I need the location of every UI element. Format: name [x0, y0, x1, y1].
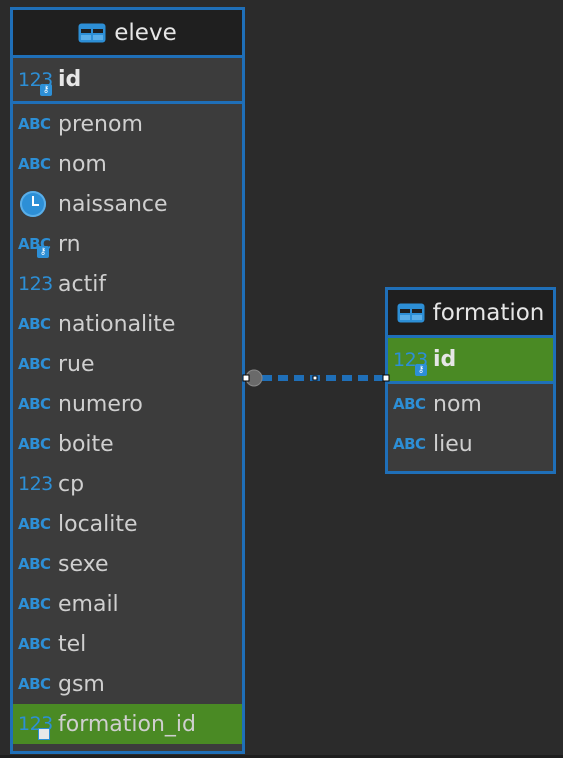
- attribute-list: ABC prenom ABC nom naissance ABC ⚷ rn 12…: [13, 104, 242, 744]
- column-name: boite: [58, 431, 114, 457]
- column-name: sexe: [58, 551, 109, 577]
- text-type-icon: ABC: [393, 435, 426, 453]
- attribute-row[interactable]: ABC ⚷ rn: [13, 224, 242, 264]
- column-name: rue: [58, 351, 95, 377]
- attribute-row[interactable]: ABC gsm: [13, 664, 242, 704]
- text-type-icon: ABC: [18, 635, 51, 653]
- column-name: tel: [58, 631, 87, 657]
- column-name: email: [58, 591, 119, 617]
- attribute-row[interactable]: 123 cp: [13, 464, 242, 504]
- primary-key-icon: ⚷: [40, 84, 52, 96]
- column-name: formation_id: [58, 711, 196, 737]
- column-name: actif: [58, 271, 107, 297]
- column-name: rn: [58, 231, 81, 257]
- column-name: nom: [433, 391, 482, 417]
- attribute-row[interactable]: ABC prenom: [13, 104, 242, 144]
- column-name: nationalite: [58, 311, 176, 337]
- text-type-icon: ABC: [393, 395, 426, 413]
- primary-key-row-highlighted[interactable]: 123 ⚷ id: [388, 338, 553, 384]
- column-name: nom: [58, 151, 107, 177]
- table-icon: [397, 303, 425, 323]
- attribute-row[interactable]: ABC localite: [13, 504, 242, 544]
- column-name: gsm: [58, 671, 105, 697]
- column-name: id: [58, 67, 82, 92]
- attribute-row[interactable]: ABC tel: [13, 624, 242, 664]
- attribute-row[interactable]: ABC rue: [13, 344, 242, 384]
- attribute-row[interactable]: ABC boite: [13, 424, 242, 464]
- text-type-icon: ABC: [18, 355, 51, 373]
- relationship-end-circle: [245, 369, 263, 387]
- entity-formation[interactable]: formation 123 ⚷ id ABC nom ABC lieu: [385, 287, 556, 474]
- text-type-icon: ABC: [18, 155, 51, 173]
- table-icon: [78, 23, 106, 43]
- entity-eleve[interactable]: eleve 123 ⚷ id ABC prenom ABC nom naissa…: [10, 7, 245, 754]
- attribute-row-highlighted[interactable]: 123 formation_id: [13, 704, 242, 744]
- text-type-icon: ABC: [18, 515, 51, 533]
- attribute-row[interactable]: ABC nationalite: [13, 304, 242, 344]
- attribute-row[interactable]: ABC nom: [13, 144, 242, 184]
- column-name: lieu: [433, 431, 471, 457]
- primary-key-icon: ⚷: [415, 364, 427, 376]
- column-name: cp: [58, 471, 85, 497]
- foreign-key-icon: [38, 728, 50, 740]
- text-type-icon: ABC: [18, 395, 51, 413]
- attribute-row[interactable]: ABC nom: [388, 384, 553, 424]
- entity-title: formation: [432, 299, 545, 326]
- text-type-icon: ABC: [18, 435, 51, 453]
- text-type-icon: ABC: [18, 675, 51, 693]
- primary-key-row[interactable]: 123 ⚷ id: [13, 58, 242, 104]
- column-name: localite: [58, 511, 138, 537]
- text-type-icon: ABC: [18, 595, 51, 613]
- text-type-icon: ABC: [18, 555, 51, 573]
- column-name: naissance: [58, 191, 168, 217]
- column-name: id: [433, 347, 457, 372]
- attribute-list: ABC nom ABC lieu: [388, 384, 553, 464]
- attribute-row[interactable]: ABC sexe: [13, 544, 242, 584]
- number-type-icon: 123: [18, 273, 53, 295]
- text-type-icon: ABC: [18, 315, 51, 333]
- attribute-row[interactable]: naissance: [13, 184, 242, 224]
- unique-key-icon: ⚷: [37, 246, 49, 258]
- clock-icon: [20, 191, 46, 217]
- text-type-icon: ABC: [18, 115, 51, 133]
- column-name: numero: [58, 391, 143, 417]
- entity-header[interactable]: eleve: [13, 10, 242, 58]
- column-name: prenom: [58, 111, 143, 137]
- number-type-icon: 123: [18, 473, 53, 495]
- attribute-row[interactable]: ABC email: [13, 584, 242, 624]
- entity-title: eleve: [114, 19, 177, 46]
- entity-header[interactable]: formation: [388, 290, 553, 338]
- attribute-row[interactable]: ABC lieu: [388, 424, 553, 464]
- attribute-row[interactable]: ABC numero: [13, 384, 242, 424]
- connector-midpoint-handle: [312, 375, 318, 381]
- attribute-row[interactable]: 123 actif: [13, 264, 242, 304]
